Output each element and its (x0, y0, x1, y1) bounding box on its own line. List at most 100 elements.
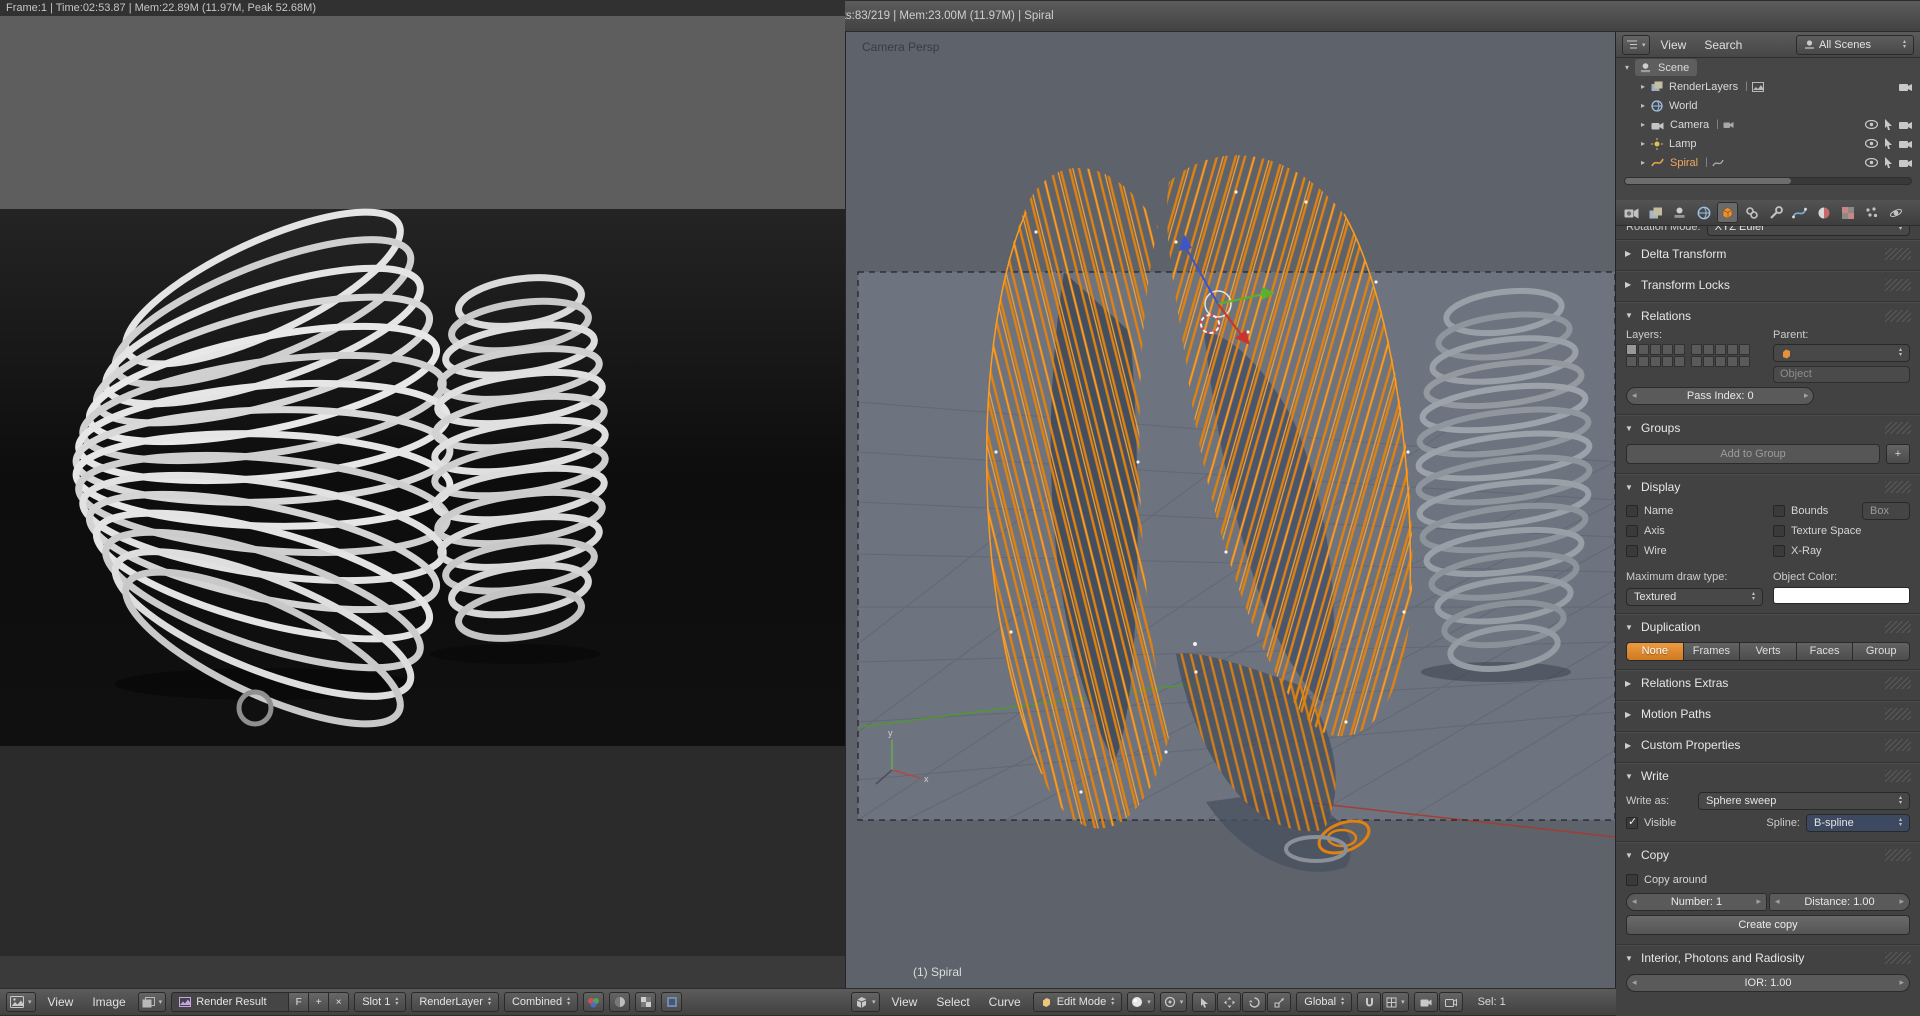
layer-toggle[interactable] (1626, 356, 1637, 367)
visible-checkbox[interactable] (1626, 817, 1638, 829)
render-toggle-icon[interactable] (1899, 82, 1912, 91)
viewport-shading-button[interactable]: ▾ (1127, 992, 1155, 1012)
layer-toggle[interactable] (1739, 344, 1750, 355)
pivot-point-button[interactable]: ▾ (1160, 992, 1188, 1012)
expand-icon[interactable]: ▸ (1638, 120, 1648, 129)
expand-icon[interactable]: ▸ (1638, 139, 1648, 148)
tab-material[interactable] (1813, 202, 1834, 223)
rotate-manipulator-button[interactable] (1242, 992, 1266, 1012)
duplication-frames-button[interactable]: Frames (1684, 642, 1741, 661)
layer-toggle[interactable] (1674, 356, 1685, 367)
layer-toggle[interactable] (1703, 356, 1714, 367)
parent-selector[interactable]: ▴▾ (1773, 344, 1910, 362)
render-layer-selector[interactable]: RenderLayer ▴▾ (411, 992, 499, 1012)
duplication-group-button[interactable]: Group (1853, 642, 1910, 661)
outliner-row-lamp[interactable]: ▸ Lamp (1616, 134, 1920, 153)
tab-scene[interactable] (1669, 202, 1690, 223)
outliner-row-camera[interactable]: ▸ Camera | (1616, 115, 1920, 134)
render-opengl-button[interactable] (1414, 992, 1438, 1012)
duplication-verts-button[interactable]: Verts (1740, 642, 1797, 661)
panel-grip[interactable] (1885, 481, 1911, 493)
axis-checkbox[interactable] (1626, 525, 1638, 537)
mode-selector[interactable]: Edit Mode ▴▾ (1033, 992, 1123, 1012)
unlink-image-button[interactable]: × (329, 992, 349, 1012)
panel-grip[interactable] (1885, 770, 1911, 782)
outliner-row-renderlayers[interactable]: ▸ RenderLayers | (1616, 77, 1920, 96)
manipulator-toggle-button[interactable] (1192, 992, 1216, 1012)
layer-toggle[interactable] (1638, 344, 1649, 355)
image-datablock-field[interactable]: Render Result (171, 992, 289, 1012)
editor-type-button-image[interactable]: ▾ (6, 992, 36, 1012)
panel-header-relations-extras[interactable]: ▶Relations Extras (1616, 672, 1920, 695)
tab-modifiers[interactable] (1765, 202, 1786, 223)
object-color-swatch[interactable] (1773, 587, 1910, 604)
bounds-checkbox[interactable] (1773, 505, 1785, 517)
panel-header-interior[interactable]: ▼Interior, Photons and Radiosity (1616, 947, 1920, 970)
spline-selector[interactable]: B-spline ▴▾ (1806, 814, 1910, 832)
render-pass-selector[interactable]: Combined ▴▾ (504, 992, 578, 1012)
browse-image-button[interactable]: ▾ (138, 992, 167, 1012)
panel-grip[interactable] (1885, 621, 1911, 633)
xray-checkbox[interactable] (1773, 545, 1785, 557)
rotation-mode-selector[interactable]: XYZ Euler ▴▾ (1707, 226, 1910, 236)
wire-checkbox[interactable] (1626, 545, 1638, 557)
layer-toggle[interactable] (1715, 356, 1726, 367)
name-checkbox[interactable] (1626, 505, 1638, 517)
outliner-row-spiral[interactable]: ▸ Spiral | (1616, 153, 1920, 172)
slot-selector[interactable]: Slot 1 ▴▾ (354, 992, 406, 1012)
tab-constraints[interactable] (1741, 202, 1762, 223)
bounds-type-selector[interactable]: Box (1862, 502, 1910, 520)
layer-toggle[interactable] (1674, 344, 1685, 355)
render-toggle-icon[interactable] (1899, 158, 1912, 167)
panel-header-groups[interactable]: ▼Groups (1616, 417, 1920, 440)
expand-icon[interactable]: ▾ (1622, 63, 1632, 72)
panel-grip[interactable] (1885, 310, 1911, 322)
layer-toggle[interactable] (1638, 356, 1649, 367)
render-toggle-icon[interactable] (1899, 120, 1912, 129)
tab-object[interactable] (1717, 202, 1738, 223)
expand-icon[interactable]: ▸ (1638, 101, 1648, 110)
expand-icon[interactable]: ▸ (1638, 82, 1648, 91)
panel-header-write[interactable]: ▼Write (1616, 765, 1920, 788)
outliner-menu-search[interactable]: Search (1697, 36, 1749, 54)
panel-header-transform-locks[interactable]: ▶Transform Locks (1616, 273, 1920, 296)
tab-render-layers[interactable] (1645, 202, 1666, 223)
outliner-menu-view[interactable]: View (1654, 36, 1694, 54)
display-rgb-button[interactable] (583, 992, 604, 1012)
expand-icon[interactable]: ▸ (1638, 158, 1648, 167)
image-menu-image[interactable]: Image (85, 993, 132, 1011)
panel-grip[interactable] (1885, 952, 1911, 964)
layer-toggle[interactable] (1739, 356, 1750, 367)
layer-toggle[interactable] (1662, 344, 1673, 355)
duplication-faces-button[interactable]: Faces (1797, 642, 1854, 661)
panel-header-display[interactable]: ▼Display (1616, 476, 1920, 499)
display-rgba-button[interactable] (609, 992, 630, 1012)
render-opengl-anim-button[interactable] (1439, 992, 1463, 1012)
display-alpha-button[interactable] (635, 992, 656, 1012)
panel-grip[interactable] (1885, 422, 1911, 434)
copy-distance-field[interactable]: ◂Distance: 1.00▸ (1769, 893, 1910, 911)
panel-grip[interactable] (1885, 248, 1911, 260)
snap-toggle-button[interactable] (1357, 992, 1381, 1012)
tab-world[interactable] (1693, 202, 1714, 223)
pass-index-field[interactable]: ◂Pass Index: 0▸ (1626, 387, 1814, 405)
viewport-3d[interactable]: Camera Persp x y (1) Spiral (845, 32, 1616, 988)
image-menu-view[interactable]: View (41, 993, 81, 1011)
layer-toggle[interactable] (1727, 356, 1738, 367)
panel-header-motion-paths[interactable]: ▶Motion Paths (1616, 703, 1920, 726)
outliner-row-world[interactable]: ▸ World (1616, 96, 1920, 115)
hide-toggle-icon[interactable] (1865, 158, 1878, 167)
panel-grip[interactable] (1885, 739, 1911, 751)
copy-around-checkbox[interactable] (1626, 874, 1638, 886)
ior-field[interactable]: ◂IOR: 1.00▸ (1626, 974, 1910, 992)
scale-manipulator-button[interactable] (1267, 992, 1291, 1012)
outliner-scrollbar[interactable] (1624, 177, 1912, 185)
layer-toggle[interactable] (1727, 344, 1738, 355)
copy-number-field[interactable]: ◂Number: 1▸ (1626, 893, 1767, 911)
transform-orientation-selector[interactable]: Global ▴▾ (1296, 992, 1352, 1012)
layer-toggle[interactable] (1691, 344, 1702, 355)
draw-type-selector[interactable]: Textured ▴▾ (1626, 588, 1763, 606)
render-toggle-icon[interactable] (1899, 139, 1912, 148)
curve-menu[interactable]: Curve (982, 993, 1028, 1011)
panel-header-relations[interactable]: ▼Relations (1616, 304, 1920, 327)
